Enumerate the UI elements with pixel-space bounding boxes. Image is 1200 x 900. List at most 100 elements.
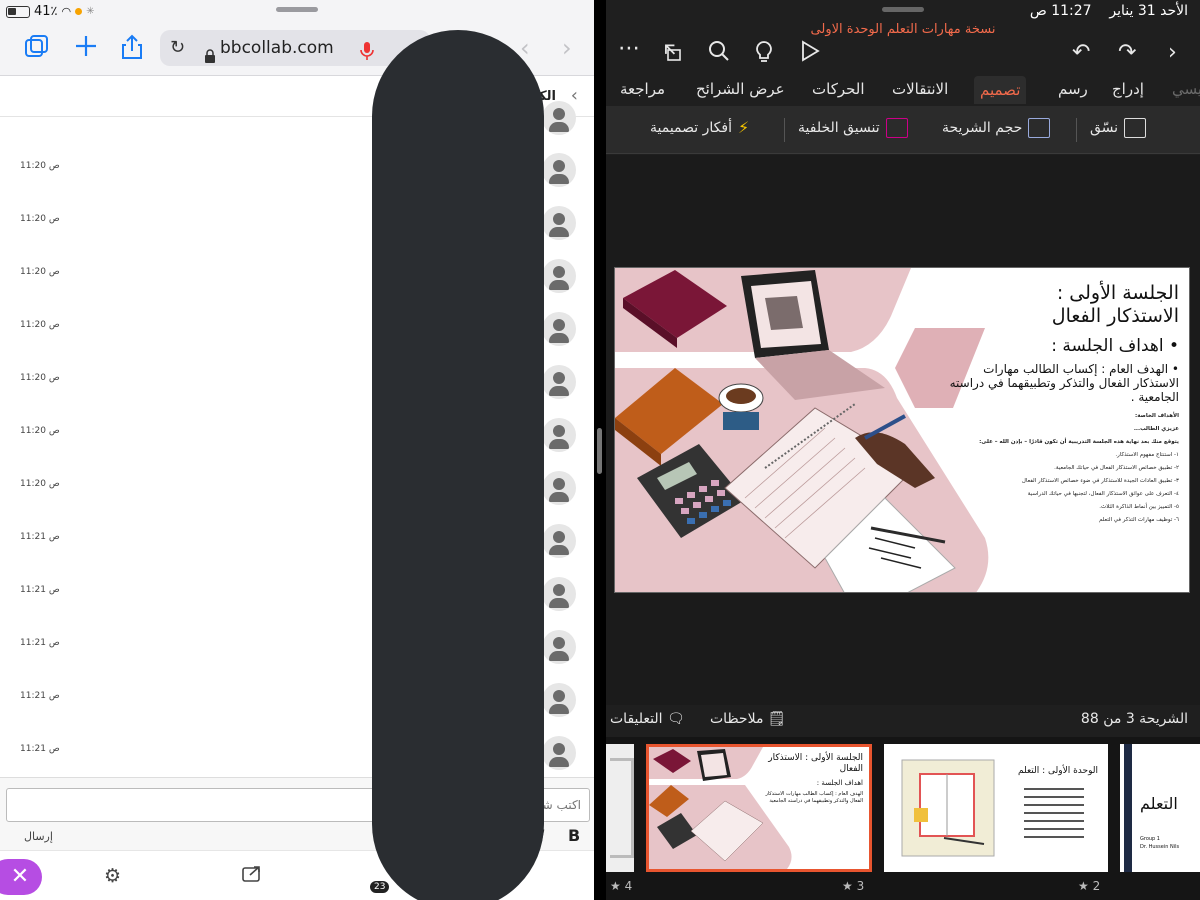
thumb-title: الجلسة الأولى : الاستذكار الفعال — [768, 753, 863, 774]
slide-thumbnail-4[interactable] — [606, 744, 634, 872]
avatar — [542, 683, 576, 717]
avatar — [542, 577, 576, 611]
objective-line: الأهداف الخاصة: — [1135, 413, 1179, 419]
slide-canvas[interactable]: الجلسة الأولى : الاستذكار الفعال • اهداف… — [606, 155, 1200, 705]
format-background-button[interactable]: تنسيق الخلفية — [798, 118, 908, 138]
avatar — [542, 471, 576, 505]
message-time: 11:21 ص — [20, 585, 60, 595]
address-bar[interactable]: ↻ bbcollab.com — [160, 30, 430, 66]
tab-transitions[interactable]: الانتقالات — [892, 80, 948, 98]
thumb-sub1: Group 1 — [1140, 836, 1160, 842]
comments-label: التعليقات — [610, 711, 663, 727]
format-button[interactable]: نسّق — [1090, 118, 1147, 138]
avatar — [542, 524, 576, 558]
divider-handle[interactable] — [597, 428, 602, 474]
message-time: 11:21 ص — [20, 532, 60, 542]
wifi-icon: ◠ — [61, 5, 72, 18]
search-icon[interactable] — [708, 40, 730, 68]
slide-number-text: 4 — [624, 879, 633, 893]
thumb-bullet1: اهداف الجلسة : — [816, 779, 863, 787]
avatar — [542, 206, 576, 240]
status-date: الأحد 31 يناير — [1109, 3, 1188, 19]
battery-icon — [6, 5, 30, 18]
avatar — [542, 630, 576, 664]
bullet1-text: اهداف الجلسة : — [1051, 336, 1164, 356]
thumb-bullet2: الهدف العام : إكساب الطالب مهارات الاستذ… — [765, 791, 863, 804]
bullet2-text: الهدف العام : إكساب الطالب مهارات الاستذ… — [949, 362, 1179, 404]
battery-indicator: 41٪ ◠ ✳ — [6, 4, 95, 19]
send-button[interactable]: إرسال — [24, 830, 53, 843]
slide-title-line1: الجلسة الأولى : — [1056, 282, 1179, 304]
tabs-overview-icon[interactable] — [24, 34, 50, 68]
objective-line: ٣- تطبيق العادات الجيدة للاستذكار في ضوء… — [1021, 478, 1179, 484]
slide-text-block[interactable]: الجلسة الأولى : الاستذكار الفعال • اهداف… — [949, 282, 1179, 527]
bold-button[interactable]: B — [568, 826, 580, 845]
split-view-divider[interactable] — [594, 0, 606, 900]
chevron-right-icon[interactable]: › — [1168, 40, 1177, 65]
status-bar-right: الأحد 31 يناير 11:27 ص — [606, 0, 1200, 22]
message-time: 11:20 ص — [20, 479, 60, 489]
new-tab-icon[interactable] — [74, 34, 98, 66]
design-ideas-label: أفكار تصميمية — [650, 119, 732, 136]
tab-insert[interactable]: إدراج — [1112, 80, 1144, 98]
forward-arrow-icon[interactable]: › — [562, 34, 572, 62]
avatar — [542, 365, 576, 399]
play-icon[interactable] — [800, 40, 820, 68]
slide-footer: التعليقات 🗨 ملاحظات 🗒 الشريحة 3 من 88 — [606, 705, 1200, 735]
message-time: 11:20 ص — [20, 161, 60, 171]
slide-objectives: الأهداف الخاصة: عزيزي الطالب... يتوقع من… — [949, 410, 1179, 527]
slide-thumbnail-1[interactable]: التعلم Group 1 Dr. Hussein Nils — [1120, 744, 1200, 872]
gear-icon[interactable]: ⚙ — [104, 865, 121, 887]
slide-thumbnail-strip[interactable]: ★ 4 الجلسة الأولى : الاستذكار الفعال اهد… — [606, 737, 1200, 900]
slide-number-text: 3 — [856, 879, 865, 893]
tab-design[interactable]: تصميم — [974, 76, 1027, 104]
document-title[interactable]: نسخة مهارات التعلم الوحدة الاولى — [606, 22, 1200, 37]
thumb-illustration — [901, 759, 1084, 857]
thumb-accent-bar — [1124, 744, 1132, 872]
tab-draw[interactable]: رسم — [1058, 80, 1088, 98]
message-time: 11:20 ص — [20, 320, 60, 330]
more-icon[interactable]: ⋯ — [618, 36, 640, 61]
thumb-title: التعلم — [1140, 794, 1178, 813]
slide-thumbnail-2[interactable]: الوحدة الأولى : التعلم — [884, 744, 1108, 872]
avatar — [542, 312, 576, 346]
close-panel-button[interactable]: ✕ — [0, 859, 42, 895]
tab-slideshow[interactable]: عرض الشرائح — [696, 80, 785, 98]
slide-bullet-goals: • اهداف الجلسة : — [1051, 336, 1179, 356]
tab-review[interactable]: مراجعة — [620, 80, 665, 98]
slide-bullet-general-goal: • الهدف العام : إكساب الطالب مهارات الاس… — [949, 362, 1179, 404]
share-screen-icon[interactable] — [242, 865, 262, 888]
avatar — [542, 101, 576, 135]
tab-animations[interactable]: الحركات — [812, 80, 865, 98]
back-to-files-icon[interactable] — [662, 40, 684, 68]
reload-icon[interactable]: ↻ — [170, 30, 185, 66]
current-slide[interactable]: الجلسة الأولى : الاستذكار الفعال • اهداف… — [614, 267, 1190, 593]
slide-thumbnail-3[interactable]: الجلسة الأولى : الاستذكار الفعال اهداف ا… — [646, 744, 872, 872]
multitask-handle[interactable] — [276, 7, 318, 12]
status-bar-left: 41٪ ◠ ✳ — [0, 0, 594, 24]
slide-size-button[interactable]: حجم الشريحة — [942, 118, 1051, 138]
slide-number: ★ 2 — [1078, 879, 1101, 893]
safari-window: 41٪ ◠ ✳ ↻ bbcollab.com ‹ › ‹ 11:20 ص 11:… — [0, 0, 594, 900]
slide-title-line2: الاستذكار الفعال — [1051, 305, 1179, 327]
lightbulb-icon[interactable] — [754, 40, 774, 70]
message-time: 11:20 ص — [20, 267, 60, 277]
chevron-left-icon[interactable]: ‹ — [571, 85, 578, 106]
message-time: 11:21 ص — [20, 744, 60, 754]
comments-button[interactable]: التعليقات 🗨 — [610, 711, 685, 727]
redaction-overlay — [372, 30, 544, 900]
redo-icon[interactable]: ↷ — [1118, 40, 1136, 65]
microphone-icon[interactable] — [360, 38, 374, 74]
message-time: 11:20 ص — [20, 214, 60, 224]
battery-percent: 41٪ — [34, 4, 58, 19]
avatar — [542, 418, 576, 452]
objective-line: عزيزي الطالب... — [1133, 426, 1179, 432]
multitask-handle[interactable] — [882, 7, 924, 12]
status-time: الأحد 31 يناير 11:27 ص — [1030, 3, 1188, 19]
notes-button[interactable]: ملاحظات 🗒 — [710, 711, 786, 727]
share-icon[interactable] — [120, 34, 144, 68]
tab-home[interactable]: رئيسي — [1172, 80, 1200, 98]
undo-icon[interactable]: ↶ — [1072, 40, 1090, 65]
thumb-sub2: Dr. Hussein Nils — [1140, 844, 1180, 850]
design-ideas-button[interactable]: أفكار تصميمية ⚡ — [650, 118, 749, 137]
